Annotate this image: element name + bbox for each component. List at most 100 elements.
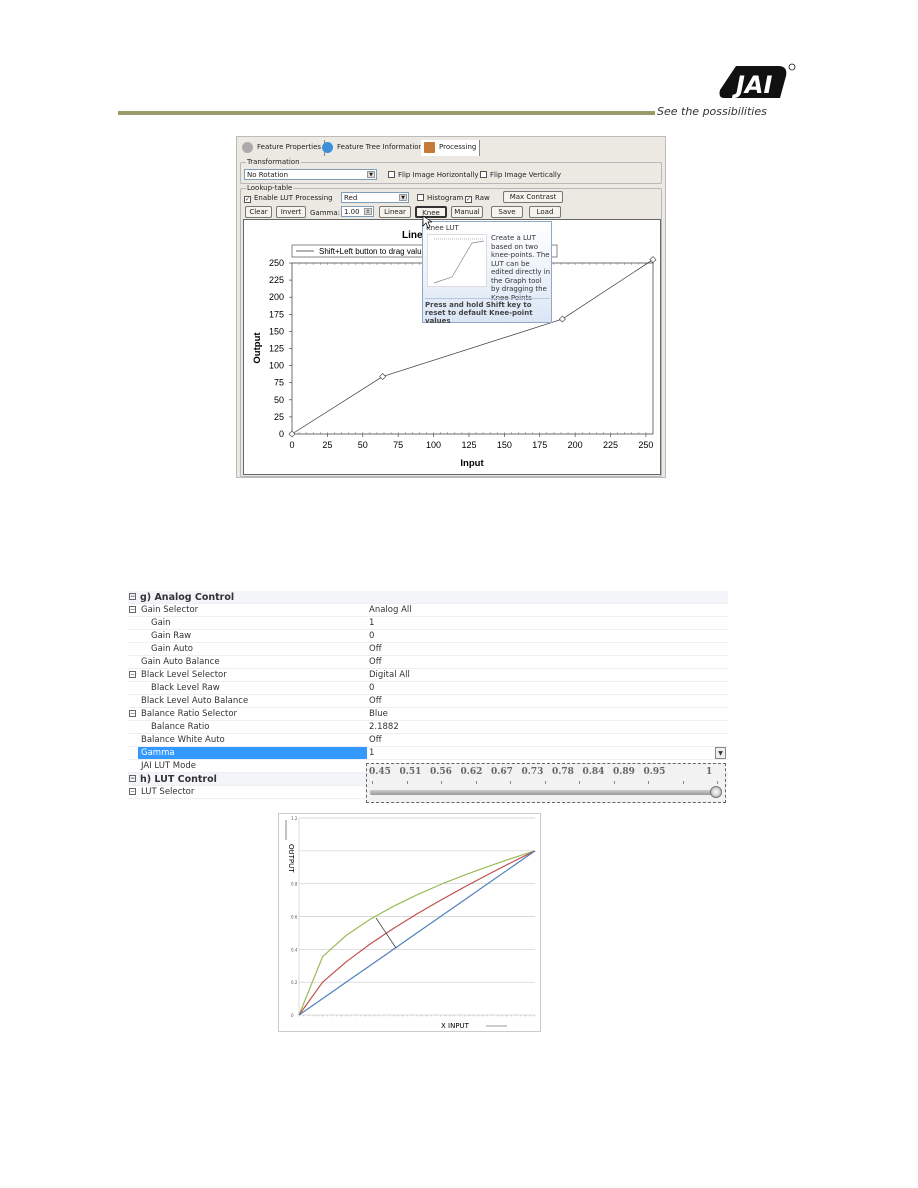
x-tick-label: 200: [568, 440, 583, 450]
slider-tick-label: 1: [706, 767, 713, 777]
y-tick-label: 175: [269, 309, 284, 319]
flip-vertical-checkbox[interactable]: Flip Image Vertically: [480, 171, 561, 179]
property-row[interactable]: Gain Auto Off: [128, 643, 728, 656]
x-tick-label: 150: [497, 440, 512, 450]
max-contrast-button[interactable]: Max Contrast: [503, 191, 563, 203]
save-button[interactable]: Save: [491, 206, 523, 218]
x-tick-label: 225: [603, 440, 618, 450]
property-name: Gain Raw: [151, 631, 192, 641]
histogram-checkbox[interactable]: Histogram: [417, 194, 463, 202]
collapse-icon[interactable]: −: [129, 606, 136, 613]
info-icon: [322, 142, 333, 153]
gamma-curve-chart: 0 0.2 0.4 0.6 0.8 1 1.2 OUTPUT X INPUT: [278, 813, 541, 1032]
collapse-icon[interactable]: −: [129, 710, 136, 717]
property-value[interactable]: Off: [369, 735, 382, 745]
jai-logo: JAI: [718, 62, 796, 102]
property-row[interactable]: − Black Level Selector Digital All: [128, 669, 728, 682]
y-tick-label: 0: [291, 1013, 294, 1018]
x-tick-label: 50: [358, 440, 368, 450]
property-name: Balance Ratio: [151, 722, 210, 732]
tooltip-body: Create a LUT based on two knee-points. T…: [491, 234, 551, 302]
property-row[interactable]: Gain 1: [128, 617, 728, 630]
tab-processing[interactable]: Processing: [421, 140, 481, 156]
property-row[interactable]: Gamma 1 ▼: [128, 747, 728, 760]
property-name: Balance Ratio Selector: [141, 709, 238, 719]
slider-tick: [441, 781, 442, 784]
gamma-slider-thumb[interactable]: [710, 786, 722, 798]
property-value[interactable]: Digital All: [369, 670, 410, 680]
slider-tick: [475, 781, 477, 784]
slider-tick: [544, 781, 546, 784]
chevron-down-icon: ▼: [399, 194, 407, 201]
property-value[interactable]: 0: [369, 631, 374, 641]
chevron-down-icon: ▼: [367, 171, 375, 178]
property-value[interactable]: 0: [369, 683, 374, 693]
category-row[interactable]: − g) Analog Control: [128, 591, 728, 604]
collapse-icon[interactable]: −: [129, 788, 136, 795]
slider-tick: [372, 781, 373, 784]
y-tick-label: 75: [274, 378, 284, 388]
linear-button[interactable]: Linear: [379, 206, 411, 218]
channel-select[interactable]: Red ▼: [341, 192, 409, 203]
x-tick-label: 250: [638, 440, 653, 450]
slider-tick: [648, 781, 649, 784]
slider-tick-label: 0.56: [430, 767, 452, 777]
invert-button[interactable]: Invert: [276, 206, 306, 218]
collapse-icon[interactable]: −: [129, 593, 136, 600]
collapse-icon[interactable]: −: [129, 671, 136, 678]
slider-tick: [510, 781, 511, 784]
flip-horizontal-checkbox[interactable]: Flip Image Horizontally: [388, 171, 479, 179]
property-row[interactable]: Gain Auto Balance Off: [128, 656, 728, 669]
y-tick-label: 0.2: [291, 980, 298, 985]
tooltip-thumbnail: [427, 234, 487, 287]
chevron-down-icon[interactable]: ▼: [715, 747, 726, 759]
property-row[interactable]: − Balance Ratio Selector Blue: [128, 708, 728, 721]
property-name: Gain Selector: [141, 605, 199, 615]
gamma-label: Gamma:: [310, 209, 340, 217]
property-value[interactable]: Off: [369, 644, 382, 654]
y-tick-label: 125: [269, 344, 284, 354]
slider-tick-label: 0.89: [613, 767, 635, 777]
knee-point: [558, 315, 566, 323]
property-row[interactable]: Black Level Auto Balance Off: [128, 695, 728, 708]
property-value[interactable]: 2.1882: [369, 722, 399, 732]
property-value[interactable]: Analog All: [369, 605, 412, 615]
raw-checkbox[interactable]: ✓ Raw: [465, 194, 490, 203]
manual-button[interactable]: Manual: [451, 206, 483, 218]
load-button[interactable]: Load: [529, 206, 561, 218]
slider-tick: [682, 781, 684, 784]
property-name: Gamma: [138, 747, 367, 759]
property-row[interactable]: Balance White Auto Off: [128, 734, 728, 747]
processing-panel: Feature Properties Feature Tree Informat…: [236, 136, 666, 478]
property-name: Gain Auto: [151, 644, 193, 654]
gamma-spinner[interactable]: 1.00 ±: [341, 206, 374, 217]
tab-feature-tree-information[interactable]: Feature Tree Information: [319, 140, 428, 156]
gamma-slider-track[interactable]: [370, 790, 720, 795]
property-value[interactable]: Off: [369, 696, 382, 706]
property-value[interactable]: 1: [369, 748, 374, 758]
slider-tick: [406, 781, 408, 784]
property-name: JAI LUT Mode: [141, 761, 196, 771]
property-row[interactable]: − Gain Selector Analog All: [128, 604, 728, 617]
x-tick-label: 0: [289, 440, 294, 450]
enable-lut-checkbox[interactable]: ✓ Enable LUT Processing: [244, 194, 333, 203]
knee-lut-tooltip: Knee LUT Create a LUT based on two knee-…: [422, 221, 552, 325]
property-row[interactable]: Balance Ratio 2.1882: [128, 721, 728, 734]
y-tick-label: 200: [269, 292, 284, 302]
slider-tick-label: 0.67: [491, 767, 513, 777]
collapse-icon[interactable]: −: [129, 775, 136, 782]
tab-feature-properties[interactable]: Feature Properties: [239, 140, 326, 156]
rotation-select[interactable]: No Rotation ▼: [244, 169, 377, 180]
clear-button[interactable]: Clear: [245, 206, 272, 218]
property-row[interactable]: Gain Raw 0: [128, 630, 728, 643]
gear-icon: [242, 142, 253, 153]
mouse-cursor-icon: [422, 215, 432, 229]
property-value[interactable]: 1: [369, 618, 374, 628]
gamma-curve-svg: 00.20.40.60.811.2OUTPUTX INPUT: [285, 816, 536, 1030]
property-name: h) LUT Control: [140, 774, 217, 785]
property-value[interactable]: Off: [369, 657, 382, 667]
tooltip-footer: Press and hold Shift key to reset to def…: [425, 298, 550, 325]
property-row[interactable]: Black Level Raw 0: [128, 682, 728, 695]
property-value[interactable]: Blue: [369, 709, 388, 719]
header-rule: [118, 111, 655, 115]
